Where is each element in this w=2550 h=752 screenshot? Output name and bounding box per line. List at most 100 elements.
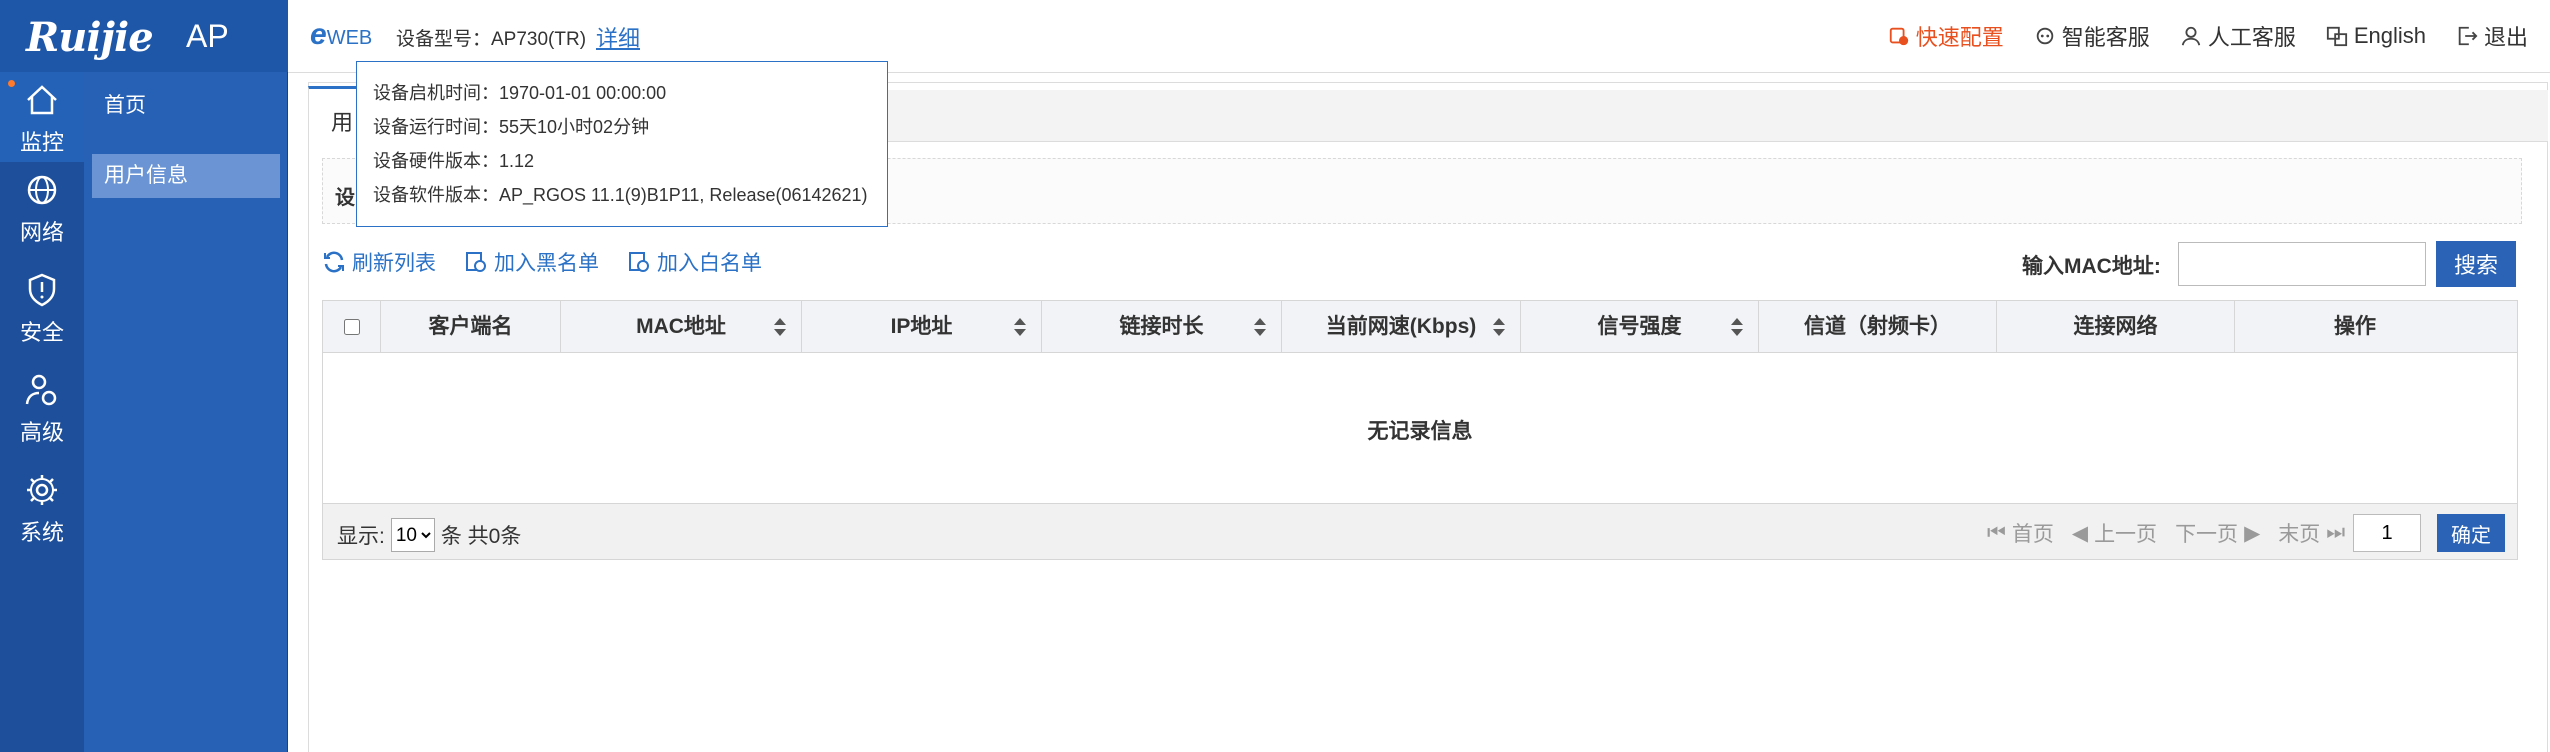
last-page-button[interactable]: 末页 ⏭ [2278, 518, 2345, 548]
refresh-list-button[interactable]: 刷新列表 [322, 247, 436, 277]
uptime: 设备运行时间：55天10小时02分钟 [373, 117, 650, 137]
next-page-button[interactable]: 下一页 ▶ [2175, 518, 2260, 548]
add-whitelist-button[interactable]: 加入白名单 [627, 247, 762, 277]
rail-label-system: 系统 [19, 520, 64, 545]
smart-service-label: 智能客服 [2061, 25, 2150, 50]
pagination: ⏮ 首页 ◀ 上一页 下一页 ▶ 末页 ⏭ [1987, 518, 2345, 548]
brand-area: Ruijie AP [0, 0, 288, 72]
column-ip-label: IP地址 [890, 315, 953, 338]
product-name: AP [186, 18, 229, 54]
rail-item-advanced[interactable]: 高级 [0, 362, 84, 452]
whitelist-icon [629, 252, 649, 272]
eweb-logo-e: e [310, 18, 327, 51]
add-blacklist-button[interactable]: 加入黑名单 [464, 247, 599, 277]
empty-message: 无记录信息 [1367, 420, 1473, 443]
logout-button[interactable]: 退出 [2456, 20, 2528, 52]
logout-icon [2458, 26, 2478, 46]
select-all-header [323, 301, 381, 353]
rail-label-security: 安全 [19, 320, 64, 345]
first-page-label: 首页 [2011, 523, 2054, 546]
info-label: 设 [335, 187, 355, 209]
human-service-button[interactable]: 人工客服 [2180, 20, 2296, 52]
column-ip[interactable]: IP地址 [802, 301, 1042, 353]
network-globe-icon [27, 175, 57, 205]
select-all-checkbox[interactable] [343, 319, 360, 335]
rail-label-network: 网络 [19, 220, 64, 245]
blacklist-label: 加入黑名单 [494, 252, 599, 275]
sub-item-user-info[interactable]: 用户信息 [92, 154, 280, 198]
rail-item-system[interactable]: 系统 [0, 462, 84, 552]
blacklist-icon [466, 252, 486, 272]
boot-time: 设备启机时间：1970-01-01 00:00:00 [373, 83, 667, 103]
hardware-version: 设备硬件版本：1.12 [373, 151, 535, 171]
smart-service-icon [2036, 27, 2054, 45]
language-label: English [2353, 23, 2426, 48]
sort-icon [1254, 318, 1266, 336]
column-speed[interactable]: 当前网速(Kbps) [1282, 301, 1521, 353]
page-size-control: 显示: 10 条 共0条 [337, 518, 521, 552]
device-model: 设备型号：AP730(TR) [396, 29, 587, 50]
prev-page-label: 上一页 [2094, 523, 2158, 546]
column-duration[interactable]: 链接时长 [1042, 301, 1282, 353]
sort-icon [1014, 318, 1026, 336]
language-icon [2326, 26, 2347, 47]
mac-search-label: 输入MAC地址: [2022, 255, 2161, 278]
column-duration-label: 链接时长 [1119, 315, 1204, 338]
rail-item-monitor[interactable]: 监控 [0, 72, 84, 162]
tab-label: 用 [331, 110, 354, 135]
refresh-icon [324, 251, 344, 273]
logout-label: 退出 [2483, 25, 2528, 50]
first-page-button[interactable]: ⏮ 首页 [1987, 518, 2054, 548]
quick-config-label: 快速配置 [1915, 25, 2004, 50]
rail-item-network[interactable]: 网络 [0, 162, 84, 252]
human-service-icon [2181, 26, 2200, 46]
first-page-icon: ⏮ [1987, 521, 2006, 544]
show-label: 显示: [337, 525, 385, 548]
table-body: 无记录信息 [323, 353, 2517, 503]
next-page-label: 下一页 [2175, 523, 2239, 546]
gear-icon [27, 475, 57, 505]
eweb-logo-text: WEB [326, 27, 373, 49]
shield-icon [28, 273, 56, 307]
column-actions: 操作 [2334, 315, 2376, 338]
page-number-input[interactable] [2353, 514, 2421, 552]
refresh-label: 刷新列表 [352, 252, 436, 275]
mac-search-input[interactable] [2178, 242, 2426, 286]
rail-label-advanced: 高级 [19, 420, 64, 445]
user-gear-icon [25, 374, 57, 406]
sort-icon [1493, 318, 1505, 336]
detail-link[interactable]: 详细 [596, 21, 640, 53]
column-speed-label: 当前网速(Kbps) [1325, 315, 1477, 338]
language-button[interactable]: English [2326, 20, 2426, 52]
human-service-label: 人工客服 [2207, 25, 2296, 50]
sub-menu: 首页 用户信息 [84, 72, 288, 752]
device-detail-tooltip: 设备启机时间：1970-01-01 00:00:00 设备运行时间：55天10小… [356, 61, 888, 227]
prev-page-button[interactable]: ◀ 上一页 [2072, 518, 2157, 548]
software-version: 设备软件版本：AP_RGOS 11.1(9)B1P11, Release(061… [373, 185, 868, 205]
page-size-select[interactable]: 10 [390, 518, 435, 552]
prev-page-icon: ◀ [2071, 521, 2089, 545]
column-mac[interactable]: MAC地址 [561, 301, 802, 353]
sub-item-home[interactable]: 首页 [92, 84, 280, 128]
sort-icon [774, 318, 786, 336]
confirm-page-button[interactable]: 确定 [2437, 514, 2505, 552]
table-header: 客户端名 MAC地址 IP地址 链接时长 当前网速(Kbps) 信号强度 信道（… [323, 301, 2517, 353]
record-count: 条 共0条 [440, 525, 522, 548]
column-signal[interactable]: 信号强度 [1521, 301, 1759, 353]
column-network: 连接网络 [1997, 301, 2235, 353]
toolbar: 刷新列表 加入黑名单 加入白名单 [322, 242, 762, 282]
column-channel: 信道（射频卡） [1759, 301, 1997, 353]
rail-label-monitor: 监控 [19, 130, 64, 155]
icon-rail: 监控 网络 安全 高级 系统 [0, 72, 84, 752]
last-page-icon: ⏭ [2326, 521, 2346, 544]
column-client-name: 客户端名 [381, 301, 561, 353]
quick-config-button[interactable]: 快速配置 [1888, 20, 2004, 52]
client-table: 客户端名 MAC地址 IP地址 链接时长 当前网速(Kbps) 信号强度 信道（… [322, 300, 2518, 560]
notification-dot [8, 80, 15, 87]
smart-service-button[interactable]: 智能客服 [2034, 20, 2150, 52]
search-button[interactable]: 搜索 [2436, 241, 2516, 287]
rail-item-security[interactable]: 安全 [0, 262, 84, 352]
sort-icon [1731, 318, 1743, 336]
eweb-logo: eWEB [310, 18, 372, 52]
next-page-icon: ▶ [2244, 521, 2261, 545]
